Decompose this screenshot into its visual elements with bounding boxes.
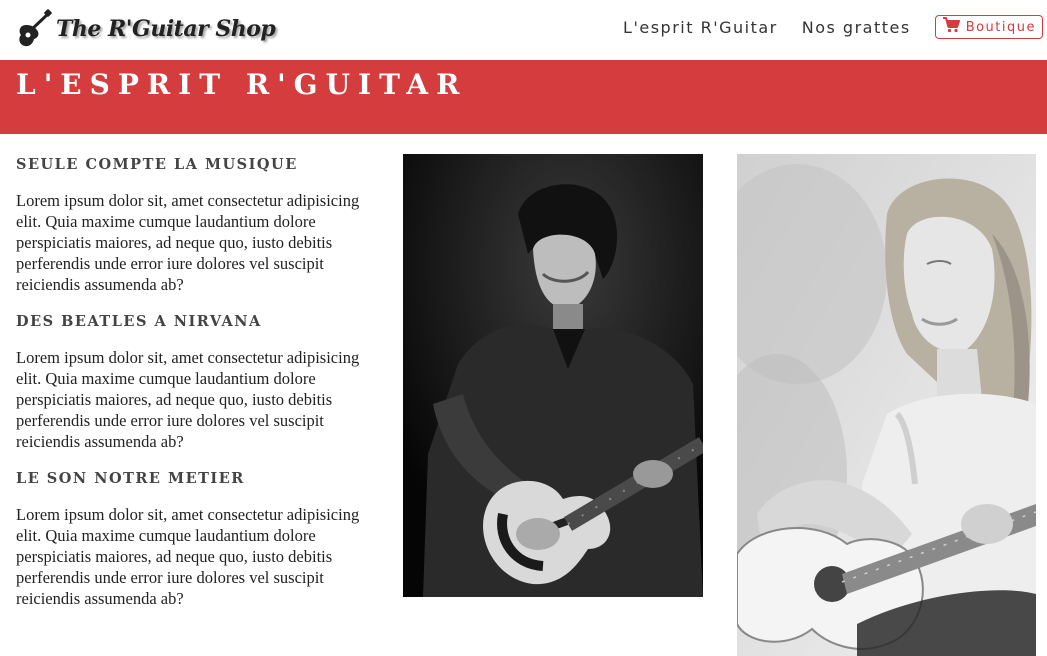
section-heading: LE SON NOTRE METIER (16, 470, 245, 487)
cart-icon (942, 17, 960, 37)
shop-button-label: Boutique (965, 19, 1036, 35)
woman-guitar-photo (737, 154, 1036, 656)
logo-text: The R'Guitar Shop (56, 16, 276, 42)
guitar-logo-icon (16, 9, 52, 49)
section-body: Lorem ipsum dolor sit, amet consectetur … (16, 505, 360, 608)
section-heading: DES BEATLES A NIRVANA (16, 313, 262, 330)
section-heading: SEULE COMPTE LA MUSIQUE (16, 156, 298, 173)
page-banner: L'ESPRIT R'GUITAR (0, 60, 1047, 134)
nav-link-nos-grattes[interactable]: Nos grattes (802, 18, 911, 37)
section-body: Lorem ipsum dolor sit, amet consectetur … (16, 348, 360, 451)
navbar: The R'Guitar Shop L'esprit R'Guitar Nos … (0, 0, 1047, 60)
shop-button[interactable]: Boutique (934, 15, 1043, 39)
nav-link-esprit[interactable]: L'esprit R'Guitar (623, 18, 778, 37)
content-text-column: SEULE COMPTE LA MUSIQUE Lorem ipsum dolo… (16, 154, 372, 625)
nav-links: L'esprit R'Guitar Nos grattes Boutique (623, 15, 1043, 39)
page-title: L'ESPRIT R'GUITAR (16, 68, 468, 101)
guitarist-photo (403, 154, 703, 597)
section-body: Lorem ipsum dolor sit, amet consectetur … (16, 191, 360, 294)
logo[interactable]: The R'Guitar Shop (16, 6, 276, 52)
